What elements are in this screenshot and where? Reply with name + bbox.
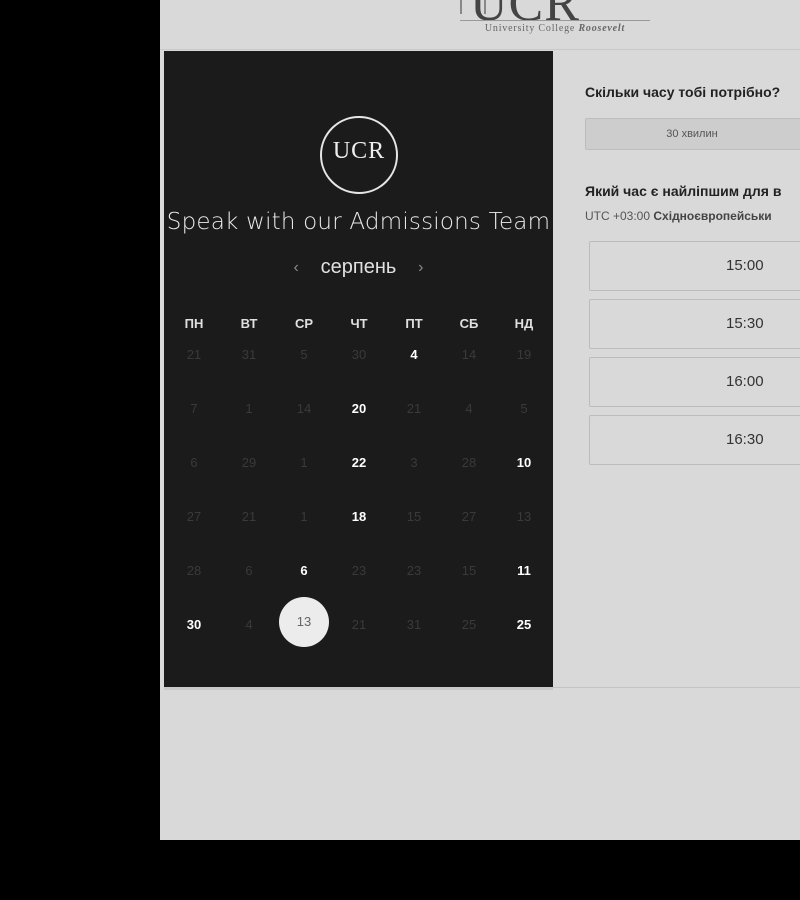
available-day[interactable]: 30 [169, 600, 219, 650]
unavailable-day: 31 [241, 347, 257, 362]
unavailable-day: 6 [190, 455, 198, 470]
unavailable-day: 6 [245, 563, 253, 578]
unavailable-day: 30 [351, 347, 367, 362]
available-day[interactable]: 20 [334, 384, 384, 434]
unavailable-day: 4 [465, 401, 473, 416]
available-day[interactable]: 11 [499, 546, 549, 596]
timezone-label[interactable]: UTC +03:00 Східноєвропейськи [585, 209, 772, 223]
unavailable-day: 21 [186, 347, 202, 362]
unavailable-day: 19 [516, 347, 532, 362]
available-day[interactable]: 25 [499, 600, 549, 650]
available-day[interactable]: 6 [279, 546, 329, 596]
timezone-name: Східноєвропейськи [653, 209, 772, 223]
time-slot-button[interactable]: 16:00 [589, 357, 800, 407]
unavailable-day: 25 [461, 617, 477, 632]
time-slot-button[interactable]: 15:00 [589, 241, 800, 291]
unavailable-day: 15 [461, 563, 477, 578]
panel-shadow [164, 687, 553, 690]
unavailable-day: 23 [406, 563, 422, 578]
unavailable-day: 13 [516, 509, 532, 524]
time-slot-button[interactable]: 15:30 [589, 299, 800, 349]
unavailable-day: 5 [300, 347, 308, 362]
unavailable-day: 1 [245, 401, 253, 416]
unavailable-day: 5 [520, 401, 528, 416]
unavailable-day: 4 [245, 617, 253, 632]
available-day[interactable]: 4 [389, 330, 439, 380]
unavailable-day: 21 [406, 401, 422, 416]
unavailable-day: 29 [241, 455, 257, 470]
unavailable-day: 1 [300, 455, 308, 470]
available-day[interactable]: 10 [499, 438, 549, 488]
available-day[interactable]: 22 [334, 438, 384, 488]
unavailable-day: 28 [186, 563, 202, 578]
unavailable-day: 7 [190, 401, 198, 416]
calendar-panel: UCR Speak with our Admissions Team ‹ сер… [164, 51, 553, 687]
unavailable-day: 21 [241, 509, 257, 524]
booking-form: Скільки часу тобі потрібно? 30 хвилин Як… [585, 0, 800, 700]
time-slot-button[interactable]: 16:30 [589, 415, 800, 465]
logo-subtitle-prefix: University College [484, 23, 579, 34]
unavailable-day: 27 [186, 509, 202, 524]
unavailable-day: 27 [461, 509, 477, 524]
calendar-grid: 21 31 5 30 4 14 19 7 1 14 20 21 4 5 6 29 1 22 3 28 10 27 21 1 18… [164, 51, 553, 687]
unavailable-day: 1 [300, 509, 308, 524]
unavailable-day: 28 [461, 455, 477, 470]
unavailable-day: 3 [410, 455, 418, 470]
available-day[interactable]: 18 [334, 492, 384, 542]
unavailable-day: 14 [461, 347, 477, 362]
footer-divider [553, 687, 800, 688]
unavailable-day: 31 [406, 617, 422, 632]
unavailable-day: 23 [351, 563, 367, 578]
time-question: Який час є найліпшим для в [585, 183, 782, 199]
unavailable-day: 14 [296, 401, 312, 416]
selected-day[interactable]: 13 [279, 597, 329, 647]
unavailable-day: 15 [406, 509, 422, 524]
unavailable-day: 21 [351, 617, 367, 632]
timezone-offset: UTC +03:00 [585, 209, 651, 223]
duration-question: Скільки часу тобі потрібно? [585, 84, 781, 100]
duration-select[interactable]: 30 хвилин [585, 118, 800, 150]
